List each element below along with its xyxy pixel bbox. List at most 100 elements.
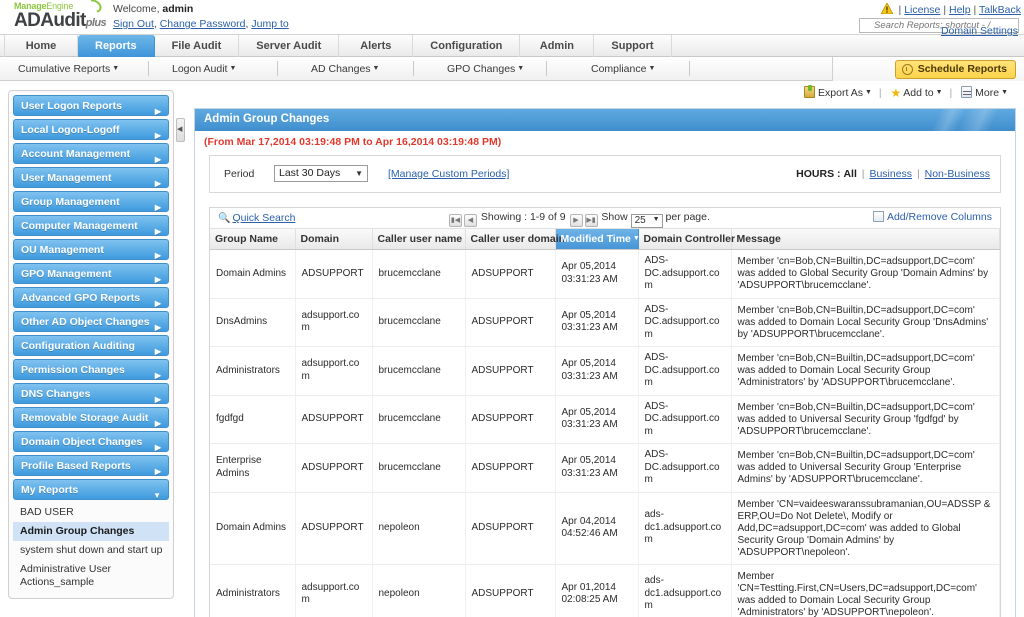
talkback-link[interactable]: TalkBack xyxy=(979,4,1021,16)
sidebar-subitem-bad-user[interactable]: BAD USER xyxy=(13,503,169,522)
column-header-caller-user-domain[interactable]: Caller user domain xyxy=(465,229,565,250)
column-header-group-name[interactable]: Group Name xyxy=(210,229,296,250)
manage-custom-periods[interactable]: [Manage Custom Periods] xyxy=(388,168,509,180)
tab-support[interactable]: Support xyxy=(594,35,672,58)
cell-domain: adsupport.com xyxy=(295,564,373,617)
sidebar-item-ou-management[interactable]: OU Management ▶ xyxy=(13,239,169,260)
pagination-controls: ▮◀ ◀ Showing : 1-9 of 9 ▶ ▶▮ Show 25 ▼ per … xyxy=(448,211,710,228)
sidebar-item-gpo-management[interactable]: GPO Management ▶ xyxy=(13,263,169,284)
license-link[interactable]: License xyxy=(904,4,940,16)
cell-caller-user-domain: ADSUPPORT xyxy=(465,298,556,347)
report-panel: Admin Group Changes (From Mar 17,2014 03… xyxy=(194,108,1016,617)
quick-search-link[interactable]: Quick Search xyxy=(232,212,295,224)
sidebar-subitem-label: system shut down and start up xyxy=(20,544,163,556)
column-header-domain[interactable]: Domain xyxy=(295,229,373,250)
add-remove-columns[interactable]: Add/Remove Columns xyxy=(872,211,992,223)
sidebar-label: Local Logon-Logoff xyxy=(21,124,120,136)
add-to-button[interactable]: ★ Add to ▼ xyxy=(890,86,942,100)
export-as-button[interactable]: Export As ▼ xyxy=(804,85,872,99)
more-button[interactable]: More ▼ xyxy=(961,86,1008,99)
sidebar-item-advanced-gpo-reports[interactable]: Advanced GPO Reports ▶ xyxy=(13,287,169,308)
column-header-modified-time[interactable]: Modified Time ▼ xyxy=(555,229,640,250)
more-list-icon xyxy=(961,86,973,98)
cell-modified-time: Apr 05,2014 03:31:23 AM xyxy=(555,443,639,493)
sidebar-item-other-ad-object-changes[interactable]: Other AD Object Changes ▶ xyxy=(13,311,169,332)
sidebar-item-domain-object-changes[interactable]: Domain Object Changes ▶ xyxy=(13,431,169,452)
hours-business-link[interactable]: Business xyxy=(869,168,912,180)
table-row[interactable]: Enterprise Admins ADSUPPORT brucemcclane… xyxy=(210,443,1000,493)
domain-settings-link[interactable]: Domain Settings xyxy=(941,25,1018,37)
hours-nonbusiness-link[interactable]: Non-Business xyxy=(925,168,990,180)
schedule-reports-button[interactable]: Schedule Reports xyxy=(894,60,1016,79)
table-row[interactable]: Administrators adsupport.com nepoleon AD… xyxy=(210,564,1000,617)
chevron-down-icon: ▼ xyxy=(1001,89,1008,96)
cell-modified-time: Apr 05,2014 03:31:23 AM xyxy=(555,346,639,396)
sidebar-collapse-handle[interactable] xyxy=(176,118,185,142)
sidebar-item-permission-changes[interactable]: Permission Changes ▶ xyxy=(13,359,169,380)
column-header-caller-user-name[interactable]: Caller user name xyxy=(372,229,466,250)
sidebar-subitem-system-shut-down-and-start-up[interactable]: system shut down and start up xyxy=(13,541,169,560)
manage-custom-periods-link[interactable]: [Manage Custom Periods] xyxy=(388,168,509,180)
link-comma-1: , xyxy=(153,18,157,30)
sidebar-item-removable-storage-audit[interactable]: Removable Storage Audit ▶ xyxy=(13,407,169,428)
subnav-compliance[interactable]: Compliance ▼ xyxy=(591,57,655,81)
results-table: Group Name Domain Caller user name Calle… xyxy=(210,229,1000,617)
sidebar-item-account-management[interactable]: Account Management ▶ xyxy=(13,143,169,164)
subnav-ad-changes[interactable]: AD Changes ▼ xyxy=(311,57,379,81)
sidebar-item-my-reports[interactable]: My Reports ▼ xyxy=(13,479,169,500)
sidebar-subitem-admin-group-changes[interactable]: Admin Group Changes xyxy=(13,522,169,541)
tab-home[interactable]: Home xyxy=(4,35,78,58)
sidebar-item-dns-changes[interactable]: DNS Changes ▶ xyxy=(13,383,169,404)
next-page-button[interactable]: ▶ xyxy=(569,214,583,227)
column-header-message[interactable]: Message xyxy=(731,229,1000,250)
sidebar-item-local-logon-logoff[interactable]: Local Logon-Logoff ▶ xyxy=(13,119,169,140)
link-comma-2: , xyxy=(245,18,249,30)
product-logo[interactable]: ManageEngine ADAuditplus xyxy=(14,0,124,33)
domain-settings[interactable]: Domain Settings xyxy=(941,25,1018,37)
add-remove-columns-link[interactable]: Add/Remove Columns xyxy=(887,211,992,223)
table-row[interactable]: DnsAdmins adsupport.com brucemcclane ADS… xyxy=(210,298,1000,347)
tab-alerts[interactable]: Alerts xyxy=(339,35,414,58)
quick-search[interactable]: 🔍 Quick Search xyxy=(218,212,295,224)
sidebar-subitem-label: Admin Group Changes xyxy=(20,525,135,537)
page-size-value: 25 xyxy=(634,215,646,226)
subnav-gpo-changes[interactable]: GPO Changes ▼ xyxy=(447,57,524,81)
table-row[interactable]: Domain Admins ADSUPPORT nepoleon ADSUPPO… xyxy=(210,492,1000,565)
hours-all-option[interactable]: All xyxy=(843,168,856,180)
tab-configuration[interactable]: Configuration xyxy=(413,35,521,58)
cell-group-name: Domain Admins xyxy=(210,249,296,299)
table-row[interactable]: fgdfgd ADSUPPORT brucemcclane ADSUPPORT … xyxy=(210,395,1000,444)
change-password-link[interactable]: Change Password xyxy=(160,18,246,30)
subnav-separator-5 xyxy=(689,61,690,76)
logo-plus-text: plus xyxy=(85,17,107,29)
help-link[interactable]: Help xyxy=(949,4,971,16)
page-size-select[interactable]: 25 ▼ xyxy=(630,214,663,228)
last-page-button[interactable]: ▶▮ xyxy=(584,214,598,227)
subnav-cumulative-reports-label: Cumulative Reports xyxy=(18,63,111,75)
table-row[interactable]: Domain Admins ADSUPPORT brucemcclane ADS… xyxy=(210,249,1000,299)
prev-page-button[interactable]: ◀ xyxy=(464,214,477,227)
sidebar-item-profile-based-reports[interactable]: Profile Based Reports ▶ xyxy=(13,455,169,476)
showing-label: Showing : xyxy=(480,211,528,223)
sidebar-item-group-management[interactable]: Group Management ▶ xyxy=(13,191,169,212)
sidebar-item-computer-management[interactable]: Computer Management ▶ xyxy=(13,215,169,236)
tab-file-audit[interactable]: File Audit xyxy=(155,35,240,58)
subnav-logon-audit[interactable]: Logon Audit ▼ xyxy=(172,57,236,81)
chevron-down-icon: ▼ xyxy=(229,65,237,72)
sidebar-item-configuration-auditing[interactable]: Configuration Auditing ▶ xyxy=(13,335,169,356)
subnav-cumulative-reports[interactable]: Cumulative Reports ▼ xyxy=(18,57,119,81)
warning-triangle-icon[interactable] xyxy=(880,2,894,17)
sidebar-item-user-management[interactable]: User Management ▶ xyxy=(13,167,169,188)
tab-admin[interactable]: Admin xyxy=(520,35,595,58)
period-select[interactable]: Last 30 Days ▼ xyxy=(274,165,368,182)
column-header-domain-controller[interactable]: Domain Controller xyxy=(638,229,735,250)
sidebar-item-user-logon-reports[interactable]: User Logon Reports ▶ xyxy=(13,95,169,116)
sidebar-subitem-administrative-user-actions-sample[interactable]: Administrative User Actions_sample xyxy=(13,560,169,592)
cell-caller-user-domain: ADSUPPORT xyxy=(465,564,556,617)
tab-reports[interactable]: Reports xyxy=(78,35,155,58)
first-page-button[interactable]: ▮◀ xyxy=(449,214,462,227)
sign-out-link[interactable]: Sign Out xyxy=(113,18,154,30)
table-row[interactable]: Administrators adsupport.com brucemcclan… xyxy=(210,346,1000,396)
tab-server-audit[interactable]: Server Audit xyxy=(239,35,340,58)
jump-to-link[interactable]: Jump to xyxy=(251,18,288,30)
